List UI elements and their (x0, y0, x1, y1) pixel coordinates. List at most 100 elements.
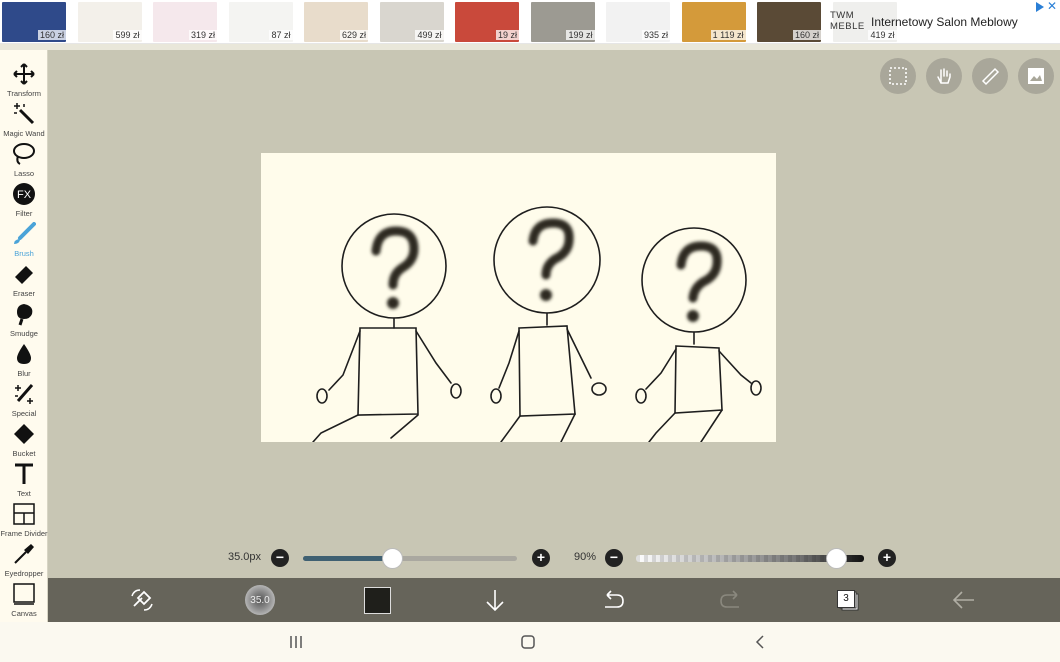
ad-choices-icon[interactable] (1035, 2, 1045, 12)
reference-image-button[interactable] (1018, 58, 1054, 94)
brush-size-increase-button[interactable]: + (532, 549, 550, 567)
system-nav-bar (0, 622, 1060, 662)
brush-size-decrease-button[interactable]: − (271, 549, 289, 567)
ruler-button[interactable] (972, 58, 1008, 94)
ad-product-4[interactable]: 629 zł (302, 0, 370, 44)
drop-icon (17, 344, 31, 364)
ad-product-2[interactable]: 319 zł (151, 0, 219, 44)
tool-label: Brush (14, 249, 34, 258)
tool-label: Smudge (10, 329, 38, 338)
ad-product-price: 1 119 zł (710, 30, 746, 40)
ad-product-price: 319 zł (188, 30, 217, 40)
ad-product-price: 19 zł (495, 30, 519, 40)
recent-apps-icon[interactable] (288, 634, 304, 650)
tool-label: Special (11, 409, 37, 418)
ad-banner[interactable]: 160 zł 599 zł 319 zł 87 zł 629 zł 499 zł… (0, 0, 1060, 44)
question-mark-left (371, 226, 419, 290)
arrow-down-icon[interactable] (481, 586, 509, 614)
smudge-icon (17, 304, 33, 326)
brush-preview-size: 35.0 (250, 595, 270, 606)
brush-size-fill (303, 556, 393, 561)
drawing-canvas[interactable] (261, 153, 776, 442)
selection-button[interactable] (880, 58, 916, 94)
eyedropper-icon (14, 544, 34, 564)
home-icon[interactable] (520, 634, 536, 650)
undo-icon[interactable] (599, 586, 627, 614)
system-back-icon[interactable] (753, 634, 769, 650)
brush-eraser-toggle-icon[interactable] (128, 586, 156, 614)
tool-blur[interactable]: Blur (0, 340, 48, 380)
tool-transform[interactable]: Transform (0, 60, 48, 100)
tool-label: Eraser (12, 289, 36, 298)
tool-label: Bucket (12, 449, 36, 458)
opacity-thumb[interactable] (826, 548, 847, 569)
canvas-drawing (312, 206, 762, 442)
brush-icon (14, 222, 36, 244)
app-root: 160 zł 599 zł 319 zł 87 zł 629 zł 499 zł… (0, 0, 1060, 662)
ad-product-8[interactable]: 935 zł (604, 0, 672, 44)
ad-product-0[interactable]: 160 zł (0, 0, 68, 44)
ad-product-7[interactable]: 199 zł (529, 0, 597, 44)
svg-text:FX: FX (17, 189, 32, 201)
ad-product-price: 935 zł (641, 30, 670, 40)
stick-figure-left (312, 213, 462, 442)
opacity-decrease-button[interactable]: − (605, 549, 623, 567)
ad-product-price: 499 zł (415, 30, 444, 40)
color-picker-swatch[interactable] (364, 587, 391, 614)
stick-figure-middle (490, 206, 607, 442)
bottom-toolbar (48, 578, 1060, 622)
tool-label: Frame Divider (0, 529, 48, 538)
tool-label: Magic Wand (3, 129, 45, 138)
sparkle-icon (15, 384, 34, 404)
tool-brush[interactable]: Brush (0, 220, 48, 260)
opacity-increase-button[interactable]: + (878, 549, 896, 567)
tool-magic-wand[interactable]: Magic Wand (0, 100, 48, 140)
tool-smudge[interactable]: Smudge (0, 300, 48, 340)
ad-product-6[interactable]: 19 zł (453, 0, 521, 44)
layers-count[interactable]: 3 (837, 590, 855, 608)
tool-eraser[interactable]: Eraser (0, 260, 48, 300)
ad-product-price: 160 zł (792, 30, 821, 40)
eraser-icon (15, 266, 33, 284)
move-icon (13, 63, 35, 85)
ruler-icon (981, 67, 1000, 86)
ad-product-price: 87 zł (269, 30, 293, 40)
bucket-icon (14, 424, 34, 444)
ad-close-button[interactable]: ✕ (1047, 0, 1057, 12)
ad-product-price: 599 zł (113, 30, 142, 40)
ad-product-price: 419 zł (868, 30, 897, 40)
frame-divider-icon (13, 503, 35, 525)
lasso-icon (13, 143, 35, 165)
tool-label: Canvas (11, 609, 37, 618)
ad-product-5[interactable]: 499 zł (378, 0, 446, 44)
ad-title[interactable]: Internetowy Salon Meblowy (871, 15, 1018, 29)
tool-label: Blur (17, 369, 31, 378)
ad-product-10[interactable]: 160 zł (755, 0, 823, 44)
ad-product-price: 160 zł (37, 30, 66, 40)
redo-icon[interactable] (717, 586, 745, 614)
ad-product-9[interactable]: 1 119 zł (680, 0, 748, 44)
ad-product-price: 199 zł (566, 30, 595, 40)
hand-button[interactable] (926, 58, 962, 94)
tool-label: Filter (15, 209, 33, 218)
canvas-icon (13, 583, 35, 605)
tool-lasso[interactable]: Lasso (0, 140, 48, 180)
tool-frame-divider[interactable]: Frame Divider (0, 500, 48, 540)
tool-label: Text (17, 489, 31, 498)
ad-product-3[interactable]: 87 zł (227, 0, 295, 44)
brush-size-thumb[interactable] (382, 548, 403, 569)
tool-eyedropper[interactable]: Eyedropper (0, 540, 48, 580)
tool-bucket[interactable]: Bucket (0, 420, 48, 460)
tool-filter[interactable]: FX Filter (0, 180, 48, 220)
ad-brand-logo[interactable]: TWM MEBLE (830, 10, 870, 32)
tool-label: Eyedropper (4, 569, 44, 578)
opacity-value: 90% (574, 551, 597, 563)
tool-text[interactable]: Text (0, 460, 48, 500)
back-arrow-icon[interactable] (950, 586, 978, 614)
hand-icon (937, 68, 951, 84)
text-icon (15, 463, 33, 484)
tool-canvas[interactable]: Canvas (0, 580, 48, 620)
ad-product-1[interactable]: 599 zł (76, 0, 144, 44)
tool-special[interactable]: Special (0, 380, 48, 420)
selection-icon (889, 67, 907, 85)
